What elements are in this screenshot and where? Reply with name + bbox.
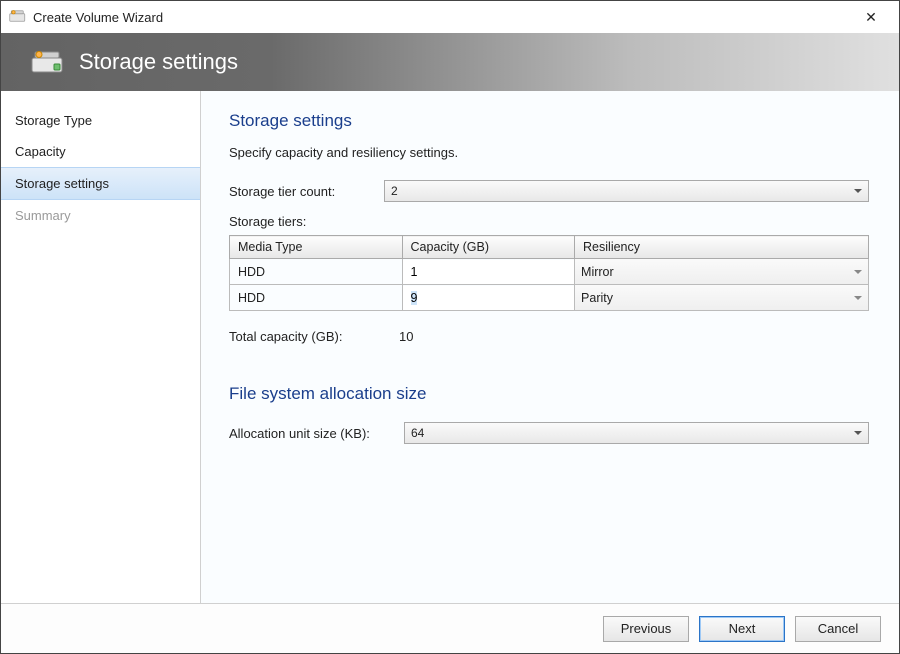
wizard-body: Storage Type Capacity Storage settings S… [1, 91, 899, 603]
storage-tiers-table: Media Type Capacity (GB) Resiliency HDD … [229, 235, 869, 311]
wizard-window: Create Volume Wizard ✕ Storage settings … [0, 0, 900, 654]
header-strip: Storage settings [1, 33, 899, 91]
media-type-cell: HDD [230, 262, 402, 282]
section-subtitle: Specify capacity and resiliency settings… [229, 145, 869, 160]
content-pane: Storage settings Specify capacity and re… [201, 91, 899, 603]
chevron-down-icon [854, 431, 862, 435]
capacity-input-0[interactable] [403, 260, 575, 284]
resiliency-value-0: Mirror [581, 265, 614, 279]
total-capacity-value: 10 [399, 329, 413, 344]
close-button[interactable]: ✕ [849, 1, 893, 33]
table-header-row: Media Type Capacity (GB) Resiliency [230, 236, 869, 259]
tiers-label: Storage tiers: [229, 214, 869, 229]
resiliency-dropdown-0[interactable]: Mirror [575, 259, 868, 284]
window-title: Create Volume Wizard [33, 10, 849, 25]
step-storage-type[interactable]: Storage Type [1, 105, 200, 136]
table-row: HDD Mirror [230, 259, 869, 285]
total-capacity-label: Total capacity (GB): [229, 329, 399, 344]
next-button[interactable]: Next [699, 616, 785, 642]
alloc-row: Allocation unit size (KB): 64 [229, 422, 869, 444]
col-media-type[interactable]: Media Type [230, 236, 403, 259]
total-capacity-row: Total capacity (GB): 10 [229, 329, 869, 344]
col-capacity[interactable]: Capacity (GB) [402, 236, 575, 259]
capacity-input-1[interactable] [403, 286, 575, 310]
alloc-label: Allocation unit size (KB): [229, 426, 404, 441]
table-row: HDD Parity [230, 285, 869, 311]
step-capacity[interactable]: Capacity [1, 136, 200, 167]
wizard-icon [9, 8, 27, 26]
close-icon: ✕ [865, 9, 877, 26]
cancel-button[interactable]: Cancel [795, 616, 881, 642]
chevron-down-icon [854, 189, 862, 193]
tier-count-dropdown[interactable]: 2 [384, 180, 869, 202]
disk-icon [31, 48, 65, 76]
previous-button[interactable]: Previous [603, 616, 689, 642]
alloc-dropdown[interactable]: 64 [404, 422, 869, 444]
chevron-down-icon [854, 270, 862, 274]
col-resiliency[interactable]: Resiliency [575, 236, 869, 259]
step-storage-settings[interactable]: Storage settings [1, 167, 200, 200]
steps-sidebar: Storage Type Capacity Storage settings S… [1, 91, 201, 603]
media-type-cell: HDD [230, 288, 402, 308]
tier-count-value: 2 [391, 184, 398, 198]
section-title-storage-settings: Storage settings [229, 111, 869, 131]
tier-count-row: Storage tier count: 2 [229, 180, 869, 202]
chevron-down-icon [854, 296, 862, 300]
step-summary: Summary [1, 200, 200, 231]
alloc-value: 64 [411, 426, 424, 440]
titlebar: Create Volume Wizard ✕ [1, 1, 899, 33]
header-title: Storage settings [79, 49, 238, 75]
tier-count-label: Storage tier count: [229, 184, 384, 199]
section-title-allocation: File system allocation size [229, 384, 869, 404]
resiliency-value-1: Parity [581, 291, 613, 305]
footer: Previous Next Cancel [1, 603, 899, 653]
resiliency-dropdown-1[interactable]: Parity [575, 285, 868, 310]
